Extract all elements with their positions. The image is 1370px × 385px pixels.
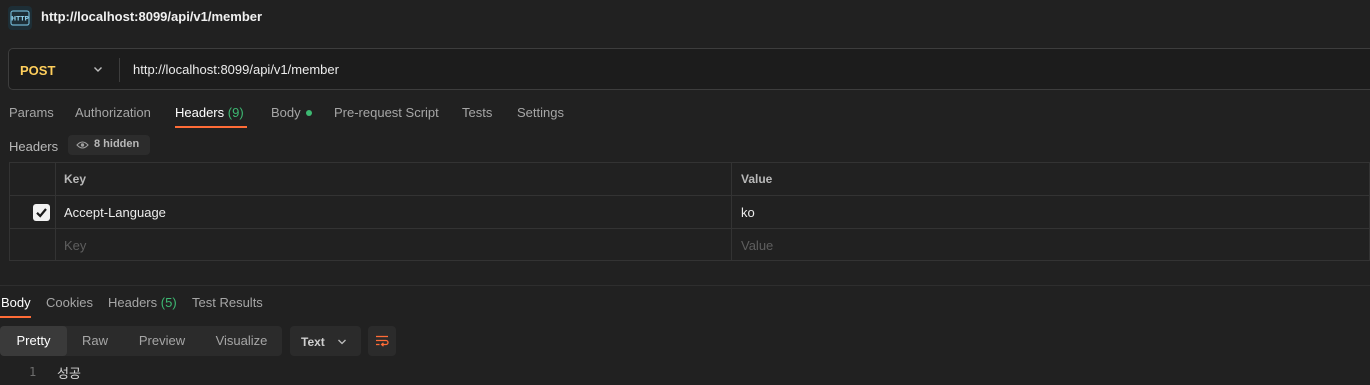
chevron-down-icon[interactable] (92, 63, 104, 78)
value-column-header: Value (741, 172, 773, 186)
tab-params[interactable]: Params (9, 105, 54, 120)
active-response-tab-underline (0, 316, 31, 318)
header-value-cell[interactable]: ko (741, 205, 755, 220)
view-mode-pretty[interactable]: Pretty (0, 326, 67, 356)
headers-count: (9) (227, 105, 244, 120)
response-tab-cookies[interactable]: Cookies (46, 295, 93, 310)
headers-table: Key Value Accept-Language ko Key Value (9, 162, 1370, 261)
url-input[interactable]: http://localhost:8099/api/v1/member (133, 62, 339, 77)
header-enabled-checkbox[interactable] (33, 204, 50, 221)
line-number: 1 (29, 365, 37, 379)
format-label: Text (301, 335, 325, 349)
hidden-headers-count: 8 hidden (94, 138, 140, 150)
view-mode-raw[interactable]: Raw (67, 326, 123, 356)
body-indicator-dot (305, 109, 312, 116)
url-divider (119, 58, 120, 82)
url-bar: POST http://localhost:8099/api/v1/member (8, 48, 1370, 90)
request-title-bar: HTTP http://localhost:8099/api/v1/member (0, 0, 1370, 36)
chevron-down-icon (338, 339, 346, 345)
svg-text:HTTP: HTTP (11, 16, 29, 23)
format-dropdown[interactable]: Text (290, 326, 361, 356)
request-title[interactable]: http://localhost:8099/api/v1/member (41, 9, 262, 24)
tab-tests[interactable]: Tests (462, 105, 492, 120)
response-divider[interactable] (0, 285, 1370, 286)
tab-settings[interactable]: Settings (517, 105, 564, 120)
tab-authorization[interactable]: Authorization (75, 105, 151, 120)
method-selector[interactable]: POST (20, 63, 55, 78)
key-column-header: Key (64, 172, 87, 186)
active-tab-underline (175, 126, 247, 128)
wrap-lines-button[interactable] (368, 326, 396, 356)
tab-body[interactable]: Body (271, 105, 312, 120)
tab-pre-request-script[interactable]: Pre-request Script (334, 105, 439, 120)
wrap-lines-icon (376, 335, 389, 347)
table-row-empty: Key Value (10, 229, 1369, 262)
http-request-icon: HTTP (8, 6, 32, 30)
response-headers-count: (5) (160, 295, 177, 310)
view-mode-preview[interactable]: Preview (123, 326, 201, 356)
response-tab-test-results[interactable]: Test Results (192, 295, 263, 310)
view-mode-segmented-control: Pretty Raw Preview Visualize (0, 326, 282, 356)
table-row: Accept-Language ko (10, 196, 1369, 229)
eye-icon (76, 140, 89, 153)
response-tab-body[interactable]: Body (1, 295, 31, 310)
table-header-row: Key Value (10, 163, 1369, 196)
tab-headers[interactable]: Headers (9) (175, 105, 244, 120)
check-icon (36, 208, 47, 218)
header-key-cell[interactable]: Accept-Language (64, 205, 166, 220)
new-key-input[interactable]: Key (64, 238, 86, 253)
hidden-headers-toggle[interactable]: 8 hidden (68, 135, 150, 155)
response-body-line: 성공 (57, 366, 81, 381)
view-mode-visualize[interactable]: Visualize (201, 326, 282, 356)
new-value-input[interactable]: Value (741, 238, 773, 253)
headers-section-label: Headers (9, 139, 59, 154)
response-tab-headers[interactable]: Headers (5) (108, 295, 177, 310)
